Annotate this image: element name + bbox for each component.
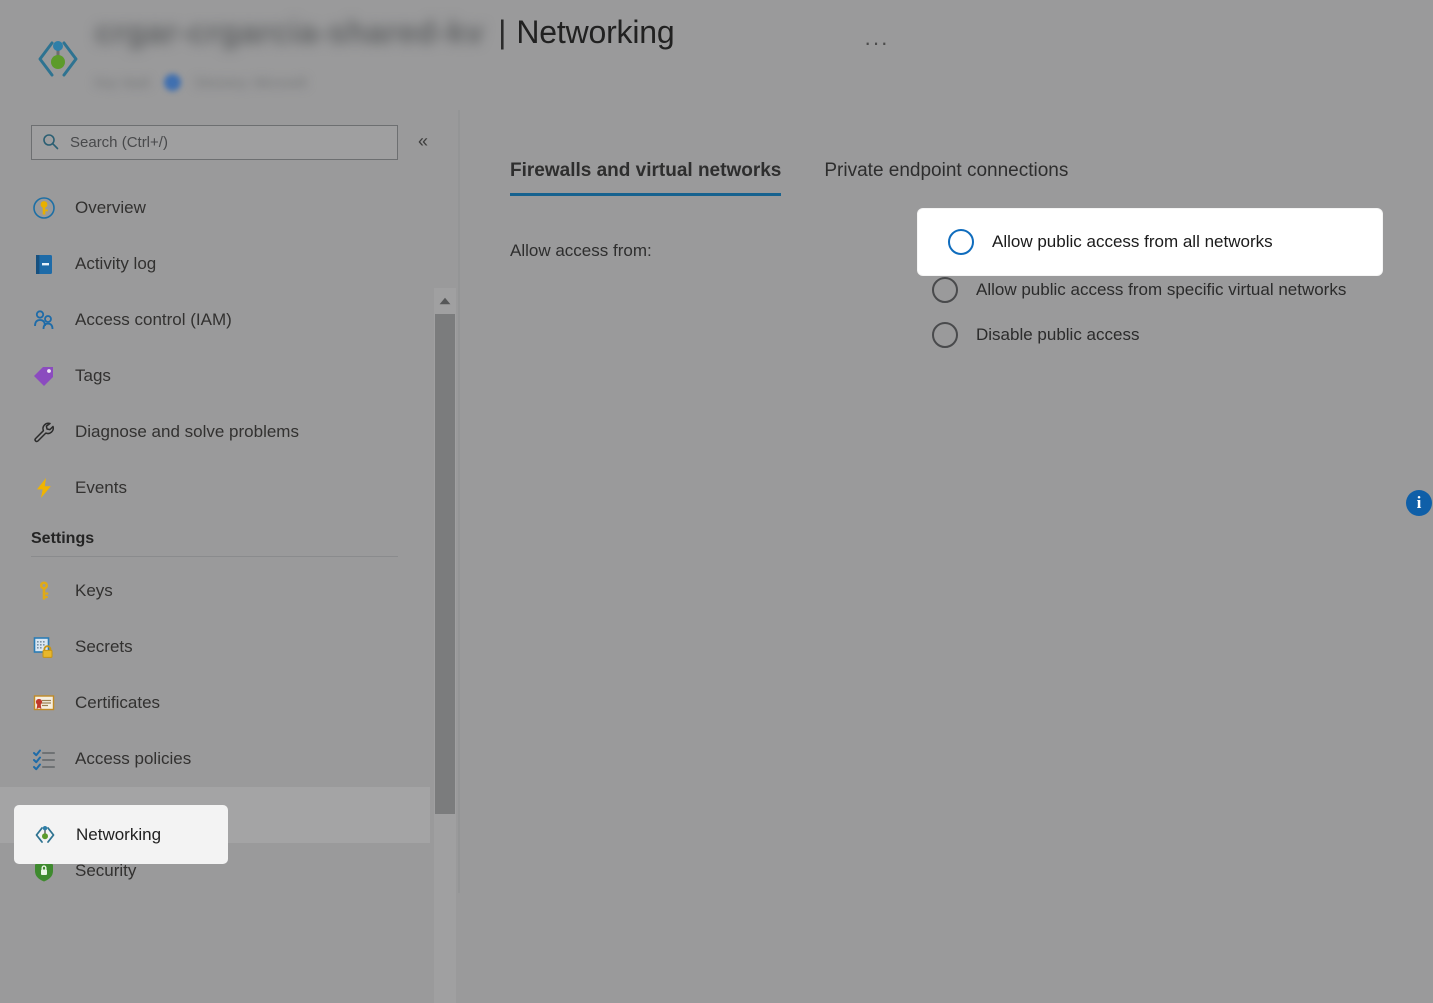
title-separator: | (498, 14, 507, 50)
sidebar-item-label: Access policies (75, 749, 192, 768)
tag-icon (31, 363, 57, 389)
wrench-icon (31, 419, 57, 445)
tab-private-endpoint-connections[interactable]: Private endpoint connections (824, 160, 1068, 196)
secrets-lock-icon (31, 634, 57, 660)
page-title: crgar-crgarcia-shared-kv | Networking (95, 14, 675, 68)
sidebar-item-label: Security (75, 861, 137, 880)
scroll-up-button[interactable] (434, 288, 456, 312)
allow-access-from-label: Allow access from: (510, 241, 652, 260)
access-control-icon (31, 307, 57, 333)
radio-label: Allow public access from all networks (992, 232, 1273, 251)
tab-firewalls-and-virtual-networks[interactable]: Firewalls and virtual networks (510, 160, 782, 196)
sidebar-item-networking-highlight[interactable]: Networking (14, 805, 228, 864)
sidebar-scrollbar[interactable] (434, 288, 456, 1003)
sidebar-section-settings: Settings (31, 530, 95, 547)
tab-bar: Firewalls and virtual networks Private e… (510, 160, 1068, 196)
radio-label: Allow public access from specific virtua… (976, 279, 1347, 299)
chevron-up-icon (439, 292, 451, 308)
key-vault-networking-icon (32, 33, 84, 85)
sidebar-nav-list: Overview Activity log Access control (IA… (0, 180, 430, 899)
sidebar-item-label: Overview (75, 198, 146, 217)
resource-type-redacted: Key Vault (95, 74, 150, 90)
sidebar-item-tags[interactable]: Tags (0, 348, 430, 404)
scrollbar-thumb[interactable] (435, 314, 455, 814)
resource-name-redacted: crgar-crgarcia-shared-kv (95, 14, 485, 50)
sidebar-item-label: Events (75, 478, 127, 497)
sidebar-item-label: Activity log (75, 254, 157, 273)
sidebar-item-label: Access control (IAM) (75, 310, 232, 329)
directory-name-redacted: Directory: Microsoft (194, 74, 307, 90)
key-circle-icon (31, 195, 57, 221)
networking-icon (32, 822, 58, 848)
radio-label: Disable public access (976, 324, 1140, 344)
search-box[interactable] (31, 125, 398, 160)
info-icon: i (1406, 490, 1432, 516)
sidebar-item-label: Certificates (75, 693, 161, 712)
activity-log-icon (31, 251, 57, 277)
page-header: crgar-crgarcia-shared-kv | Networking ··… (0, 0, 1433, 110)
sidebar-item-events[interactable]: Events (0, 460, 430, 516)
checklist-icon (31, 746, 57, 772)
certificate-icon (31, 690, 57, 716)
radio-button-icon (932, 276, 958, 303)
sidebar-item-secrets[interactable]: Secrets (0, 619, 430, 675)
directory-avatar (163, 73, 181, 91)
sidebar-item-label: Tags (75, 366, 111, 385)
radio-disable-public-access[interactable]: Disable public access (932, 312, 1433, 357)
collapse-sidebar-button[interactable]: « (418, 132, 428, 150)
sidebar-item-access-control-iam[interactable]: Access control (IAM) (0, 292, 430, 348)
sidebar-item-label: Diagnose and solve problems (75, 422, 299, 441)
radio-button-icon-selected (948, 229, 974, 255)
more-options-button[interactable]: ··· (858, 28, 895, 58)
page-title-text: Networking (516, 14, 675, 50)
sidebar-item-access-policies[interactable]: Access policies (0, 731, 430, 787)
sidebar-item-label: Secrets (75, 637, 133, 656)
sidebar-item-certificates[interactable]: Certificates (0, 675, 430, 731)
lightning-bolt-icon (31, 475, 57, 501)
info-message: i Traffic from all public networks can a… (1406, 488, 1433, 548)
sidebar-item-label: Networking (76, 824, 162, 844)
radio-allow-all-networks-highlight[interactable]: Allow public access from all networks (918, 209, 1382, 275)
sidebar-item-label: Keys (75, 581, 113, 600)
radio-button-icon (932, 321, 958, 348)
sidebar-item-diagnose-and-solve-problems[interactable]: Diagnose and solve problems (0, 404, 430, 460)
resource-menu-sidebar: « Overview Activity log (0, 110, 460, 1003)
sidebar-item-keys[interactable]: Keys (0, 563, 430, 619)
sidebar-item-overview[interactable]: Overview (0, 180, 430, 236)
sidebar-item-activity-log[interactable]: Activity log (0, 236, 430, 292)
search-input[interactable] (68, 133, 368, 152)
key-icon (31, 578, 57, 604)
sidebar-divider (31, 556, 398, 557)
search-icon (42, 133, 59, 153)
breadcrumb: Key Vault Directory: Microsoft (95, 68, 307, 96)
